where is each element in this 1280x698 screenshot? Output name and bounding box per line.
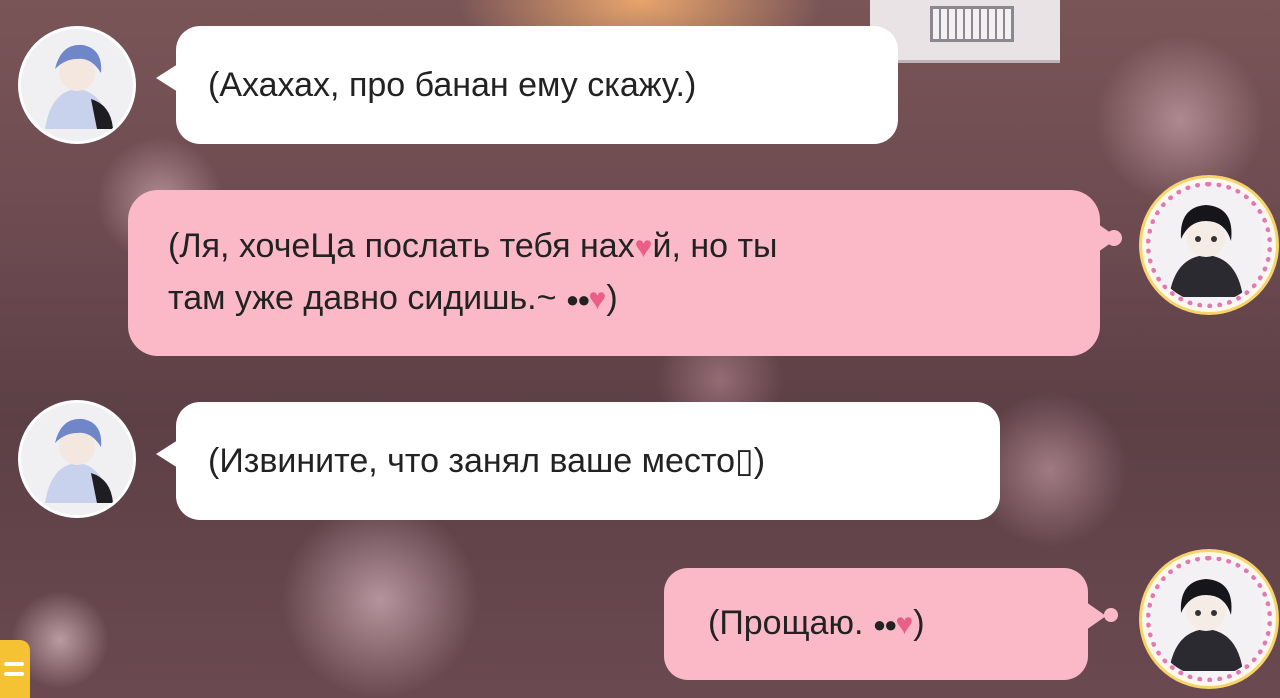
bubble-tail-dot bbox=[1106, 230, 1122, 246]
message-text: (Ахахах, про банан ему скажу.) bbox=[208, 66, 697, 104]
message-text-block: (Ля, хочеЦа послать тебя нах♥й, но ты та… bbox=[128, 221, 809, 325]
message-bubble-incoming[interactable]: (Ахахах, про банан ему скажу.) bbox=[156, 26, 898, 144]
menu-line bbox=[4, 672, 24, 676]
background-window bbox=[930, 6, 1014, 42]
background-building bbox=[870, 0, 1060, 63]
menu-icon[interactable] bbox=[0, 640, 30, 698]
message-text: (Извините, что занял ваше место▯) bbox=[208, 442, 766, 480]
message-text-line2: там уже давно сидишь.~ bbox=[168, 279, 557, 317]
heart-emoji-icon: ♥ bbox=[895, 608, 914, 641]
user-avatar-right[interactable] bbox=[1146, 556, 1272, 682]
message-text-line2-end: ) bbox=[606, 279, 618, 317]
bubble-tail-dot bbox=[1104, 608, 1118, 622]
user-avatar-left[interactable] bbox=[18, 400, 136, 518]
heart-emoji-icon: ♥ bbox=[634, 231, 653, 264]
message-bubble-outgoing[interactable]: (Ля, хочеЦа послать тебя нах♥й, но ты та… bbox=[128, 190, 1118, 356]
user-avatar-left[interactable] bbox=[18, 26, 136, 144]
message-text-line1: (Ля, хочеЦа послать тебя нах bbox=[168, 226, 635, 265]
menu-line bbox=[4, 662, 24, 666]
message-text-block: (Прощаю. ●●♥) bbox=[664, 602, 957, 646]
user-avatar-right[interactable] bbox=[1146, 182, 1272, 308]
message-bubble-incoming[interactable]: (Извините, что занял ваше место▯) bbox=[156, 402, 1000, 520]
heart-emoji-icon: ♥ bbox=[588, 283, 607, 317]
message-text-line1-end: й, но ты bbox=[652, 226, 778, 265]
avatar-dark-hair-icon bbox=[1151, 187, 1261, 297]
eyes-emoji-icon: ●● bbox=[872, 612, 898, 637]
message-bubble-outgoing[interactable]: (Прощаю. ●●♥) bbox=[664, 568, 1106, 680]
message-text: (Прощаю. bbox=[708, 603, 864, 642]
avatar-blue-hair-icon bbox=[21, 403, 133, 515]
eyes-emoji-icon: ●● bbox=[565, 287, 591, 313]
message-text-end: ) bbox=[913, 603, 925, 642]
avatar-blue-hair-icon bbox=[21, 29, 133, 141]
avatar-dark-hair-icon bbox=[1151, 561, 1261, 671]
